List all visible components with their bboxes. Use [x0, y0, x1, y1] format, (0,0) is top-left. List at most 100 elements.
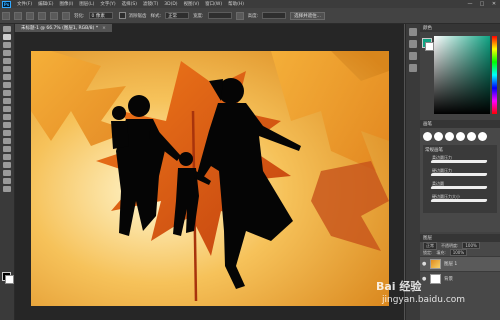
quick-selection-tool-icon[interactable] [3, 50, 11, 56]
history-brush-tool-icon[interactable] [3, 98, 11, 104]
eye-icon[interactable]: ● [422, 276, 427, 282]
hand-tool-icon[interactable] [3, 170, 11, 176]
layer-thumbnail [430, 274, 441, 284]
brush-panel-header[interactable]: 画笔 [420, 120, 500, 128]
brush-preset[interactable]: 柔边圆压力 [423, 155, 497, 168]
menu-help[interactable]: 帮助(H) [225, 1, 247, 7]
marquee-tool-icon[interactable] [14, 11, 22, 20]
layers-panel: 图层 正常 不透明度: 100% 锁定: 填充: 100% ● 图层 1 ● 背… [420, 234, 500, 320]
eyedropper-tool-icon[interactable] [3, 66, 11, 72]
healing-brush-tool-icon[interactable] [3, 74, 11, 80]
hue-slider[interactable] [492, 36, 497, 114]
minimize-button[interactable]: — [464, 1, 476, 7]
style-label: 样式: [150, 13, 162, 19]
blend-mode-select[interactable]: 正常 [423, 241, 437, 250]
adjustments-panel-icon[interactable] [409, 52, 417, 60]
shape-tool-icon[interactable] [3, 162, 11, 168]
eye-icon[interactable]: ● [422, 261, 427, 267]
brush-tip[interactable] [456, 132, 465, 141]
color-panel-background-swatch[interactable] [425, 42, 434, 51]
brush-tip[interactable] [478, 132, 487, 141]
layer-name: 背景 [444, 277, 453, 282]
layer-row[interactable]: ● 图层 1 [420, 256, 500, 271]
brush-preset[interactable]: 柔边圆 [423, 181, 497, 194]
maximize-button[interactable]: □ [476, 1, 488, 7]
menu-layer[interactable]: 图层(L) [76, 1, 97, 7]
document-tab[interactable]: 未标题-1 @ 66.7% (图层1, RGB/8) * × [15, 24, 112, 32]
intersect-selection-icon[interactable] [62, 11, 70, 20]
brush-panel: 画笔 常规画笔 柔边圆压力 硬边圆压力 柔边圆 硬边圆压力大小 [420, 120, 500, 232]
width-input[interactable] [207, 12, 232, 19]
properties-panel-icon[interactable] [409, 40, 417, 48]
eraser-tool-icon[interactable] [3, 106, 11, 112]
swap-icon[interactable] [235, 11, 244, 20]
close-document-icon[interactable]: × [102, 26, 106, 31]
antialias-checkbox[interactable] [118, 12, 126, 19]
brush-tip[interactable] [434, 132, 443, 141]
layer-thumbnail [430, 259, 441, 269]
dodge-tool-icon[interactable] [3, 130, 11, 136]
brush-preset[interactable]: 硬边圆压力 [423, 168, 497, 181]
type-tool-icon[interactable] [3, 146, 11, 152]
crop-tool-icon[interactable] [3, 58, 11, 64]
layer-name: 图层 1 [444, 262, 458, 267]
menu-image[interactable]: 图像(I) [56, 1, 76, 7]
brush-preset-label: 柔边圆 [432, 181, 444, 186]
subtract-selection-icon[interactable] [50, 11, 58, 20]
home-icon[interactable] [2, 11, 10, 20]
blur-tool-icon[interactable] [3, 122, 11, 128]
menu-view[interactable]: 视图(V) [181, 1, 203, 7]
select-and-mask-button[interactable]: 选择并遮住... [290, 11, 325, 20]
move-tool-icon[interactable] [3, 26, 11, 32]
menu-filter[interactable]: 滤镜(T) [140, 1, 161, 7]
brush-tip[interactable] [423, 132, 432, 141]
rectangular-marquee-tool-icon[interactable] [3, 34, 11, 40]
height-label: 高度: [247, 13, 259, 19]
opacity-input[interactable]: 100% [462, 242, 480, 249]
height-input[interactable] [262, 12, 287, 19]
brush-tip[interactable] [467, 132, 476, 141]
window-controls: — □ ✕ [464, 1, 500, 7]
lasso-tool-icon[interactable] [3, 42, 11, 48]
brush-preset[interactable]: 硬边圆压力大小 [423, 194, 497, 207]
pen-tool-icon[interactable] [3, 138, 11, 144]
new-selection-icon[interactable] [26, 11, 34, 20]
image-canvas[interactable] [31, 51, 389, 306]
layer-lock-row: 锁定: 填充: 100% [420, 249, 500, 256]
paragraph-panel-icon[interactable] [409, 64, 417, 72]
tools-panel [0, 24, 15, 320]
brush-preset-label: 硬边圆压力大小 [432, 194, 460, 199]
brush-tip[interactable] [445, 132, 454, 141]
brush-group-label[interactable]: 常规画笔 [423, 145, 497, 155]
watermark-logo: Bai 经验 [376, 280, 422, 293]
opacity-label: 不透明度: [441, 242, 459, 248]
menu-edit[interactable]: 编辑(E) [35, 1, 56, 7]
fill-input[interactable]: 100% [449, 249, 468, 256]
menu-select[interactable]: 选择(S) [119, 1, 140, 7]
clone-stamp-tool-icon[interactable] [3, 90, 11, 96]
history-panel-icon[interactable] [409, 28, 417, 36]
path-selection-tool-icon[interactable] [3, 154, 11, 160]
menu-3d[interactable]: 3D(D) [161, 2, 180, 7]
close-button[interactable]: ✕ [488, 1, 500, 7]
layer-blend-row: 正常 不透明度: 100% [420, 241, 500, 250]
menu-bar: Ps 文件(F) 编辑(E) 图像(I) 图层(L) 文字(Y) 选择(S) 滤… [0, 0, 500, 8]
antialias-label: 消除锯齿 [128, 13, 147, 19]
zoom-tool-icon[interactable] [3, 178, 11, 184]
more-tools-icon[interactable] [3, 186, 11, 192]
style-select[interactable]: 正常 [165, 12, 190, 19]
watermark-url: jingyan.baidu.com [382, 295, 466, 305]
document-area: 未标题-1 @ 66.7% (图层1, RGB/8) * × [15, 24, 404, 320]
menu-file[interactable]: 文件(F) [14, 1, 35, 7]
background-color-swatch[interactable] [5, 275, 14, 284]
layer-row[interactable]: ● 背景 [420, 271, 500, 286]
menu-type[interactable]: 文字(Y) [97, 1, 118, 7]
color-picker-field[interactable] [434, 36, 490, 114]
add-selection-icon[interactable] [38, 11, 46, 20]
lock-label: 锁定: [423, 249, 433, 255]
color-panel-header[interactable]: 颜色 [420, 24, 500, 32]
gradient-tool-icon[interactable] [3, 114, 11, 120]
menu-window[interactable]: 窗口(W) [202, 1, 225, 7]
brush-tool-icon[interactable] [3, 82, 11, 88]
feather-input[interactable]: 0 像素 [88, 12, 113, 19]
